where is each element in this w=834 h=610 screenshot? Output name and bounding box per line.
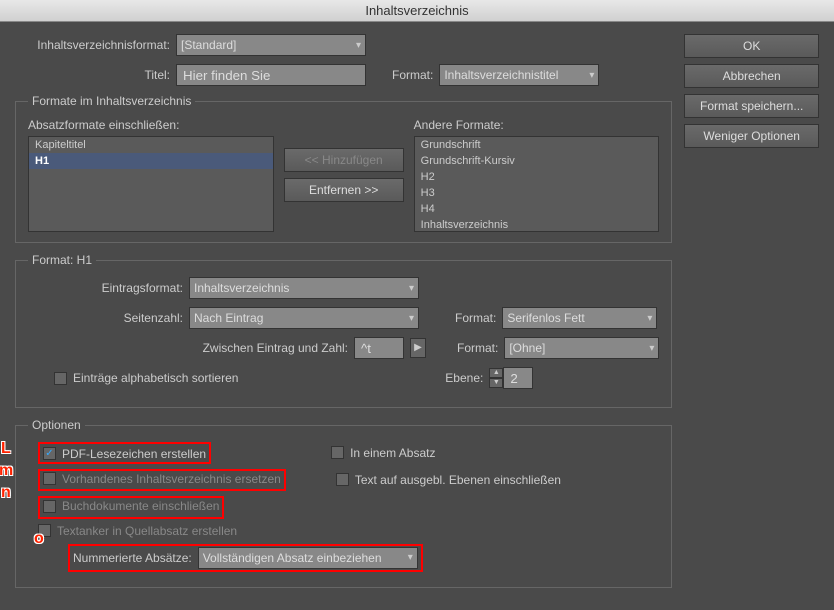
- formats-legend: Formate im Inhaltsverzeichnis: [28, 94, 195, 108]
- marker-o: o: [34, 530, 44, 548]
- entry-format-label: Eintragsformat:: [28, 281, 183, 295]
- checkbox-icon: [43, 500, 56, 513]
- list-item[interactable]: H3: [415, 185, 659, 201]
- checkbox-icon: ✓: [43, 447, 56, 460]
- between-format-label: Format:: [457, 341, 498, 355]
- title-format-select[interactable]: Inhaltsverzeichnistitel: [439, 64, 599, 86]
- level-label: Ebene:: [445, 371, 483, 385]
- marker-L: L: [1, 440, 11, 458]
- fewer-options-button[interactable]: Weniger Optionen: [684, 124, 819, 148]
- stepper-up-icon[interactable]: ▲: [489, 368, 503, 378]
- between-input[interactable]: [354, 337, 404, 359]
- other-formats-label: Andere Formate:: [414, 118, 660, 132]
- list-item[interactable]: H2: [415, 169, 659, 185]
- format-h1-fieldset: Format: H1 Eintragsformat: Inhaltsverzei…: [15, 253, 672, 408]
- include-book-checkbox[interactable]: Buchdokumente einschließen: [43, 499, 219, 513]
- marker-m: m: [0, 462, 13, 480]
- checkbox-icon: [331, 446, 344, 459]
- formats-fieldset: Formate im Inhaltsverzeichnis Absatzform…: [15, 94, 672, 243]
- list-item[interactable]: Grundschrift: [415, 137, 659, 153]
- format-h1-legend: Format: H1: [28, 253, 96, 267]
- replace-existing-checkbox[interactable]: Vorhandenes Inhaltsverzeichnis ersetzen: [43, 472, 281, 486]
- marker-n: n: [1, 484, 11, 502]
- checkbox-icon: [43, 472, 56, 485]
- title-format-label: Format:: [392, 68, 433, 82]
- sort-alpha-checkbox[interactable]: Einträge alphabetisch sortieren: [54, 371, 238, 385]
- list-item[interactable]: Grundschrift-Kursiv: [415, 153, 659, 169]
- other-formats-list[interactable]: Grundschrift Grundschrift-Kursiv H2 H3 H…: [414, 136, 660, 232]
- stepper-down-icon[interactable]: ▼: [489, 378, 503, 388]
- level-input[interactable]: [503, 367, 533, 389]
- entry-format-select[interactable]: Inhaltsverzeichnis: [189, 277, 419, 299]
- pdf-bookmarks-checkbox[interactable]: ✓ PDF-Lesezeichen erstellen: [43, 447, 206, 461]
- in-one-para-checkbox[interactable]: In einem Absatz: [331, 446, 435, 460]
- include-formats-label: Absatzformate einschließen:: [28, 118, 274, 132]
- toc-format-label: Inhaltsverzeichnisformat:: [15, 38, 170, 52]
- list-item[interactable]: H1: [29, 153, 273, 169]
- between-label: Zwischen Eintrag und Zahl:: [28, 341, 348, 355]
- remove-button[interactable]: Entfernen >>: [284, 178, 404, 202]
- save-format-button[interactable]: Format speichern...: [684, 94, 819, 118]
- page-format-label: Format:: [455, 311, 496, 325]
- checkbox-icon: [54, 372, 67, 385]
- text-hidden-checkbox[interactable]: Text auf ausgebl. Ebenen einschließen: [336, 473, 561, 487]
- page-number-select[interactable]: Nach Eintrag: [189, 307, 419, 329]
- title-label: Titel:: [15, 68, 170, 82]
- cancel-button[interactable]: Abbrechen: [684, 64, 819, 88]
- page-number-label: Seitenzahl:: [28, 311, 183, 325]
- numbered-para-select[interactable]: Vollständigen Absatz einbeziehen: [198, 547, 418, 569]
- include-formats-list[interactable]: Kapiteltitel H1: [28, 136, 274, 232]
- add-button[interactable]: << Hinzufügen: [284, 148, 404, 172]
- level-stepper[interactable]: ▲▼: [489, 367, 533, 389]
- list-item[interactable]: Inhaltsverzeichnis: [415, 217, 659, 232]
- window-title: Inhaltsverzeichnis: [0, 0, 834, 22]
- title-input[interactable]: [176, 64, 366, 86]
- between-menu-button[interactable]: ▶: [410, 338, 426, 358]
- list-item[interactable]: H4: [415, 201, 659, 217]
- ok-button[interactable]: OK: [684, 34, 819, 58]
- text-anchor-checkbox[interactable]: Textanker in Quellabsatz erstellen: [38, 524, 237, 538]
- checkbox-icon: [336, 473, 349, 486]
- list-item[interactable]: Kapiteltitel: [29, 137, 273, 153]
- numbered-para-label: Nummerierte Absätze:: [73, 551, 192, 565]
- toc-format-select[interactable]: [Standard]: [176, 34, 366, 56]
- options-fieldset: Optionen L m n o ✓ PDF-Lesezeichen erste…: [15, 418, 672, 588]
- options-legend: Optionen: [28, 418, 85, 432]
- page-format-select[interactable]: Serifenlos Fett: [502, 307, 657, 329]
- between-format-select[interactable]: [Ohne]: [504, 337, 659, 359]
